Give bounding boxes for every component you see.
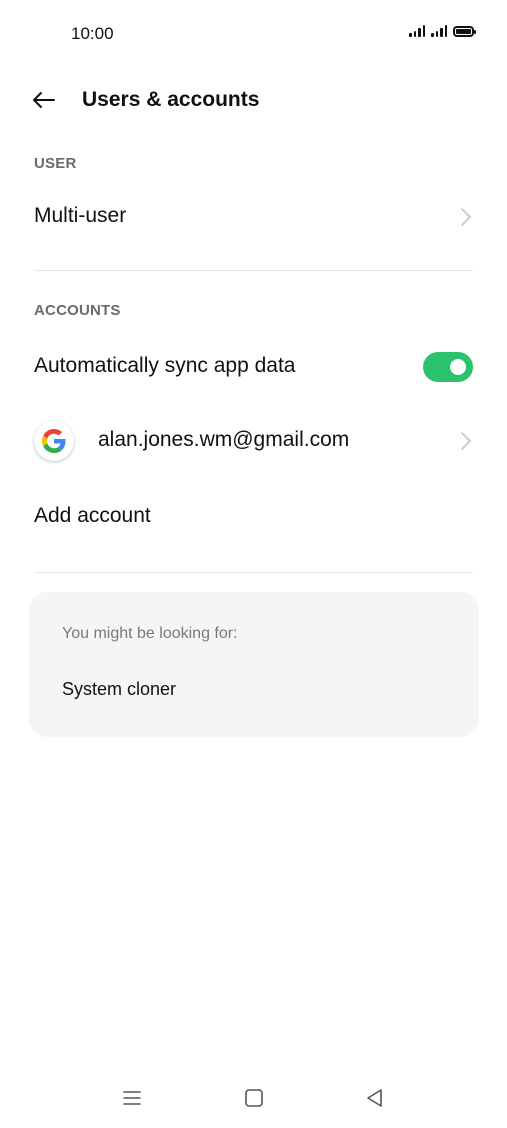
back-triangle-icon [367,1089,382,1107]
auto-sync-item[interactable]: Automatically sync app data [0,344,507,390]
auto-sync-label: Automatically sync app data [34,354,296,377]
navigation-bar [0,1080,507,1116]
status-time: 10:00 [71,24,114,43]
suggestion-system-cloner[interactable]: System cloner [62,679,176,700]
signal-icon [409,25,425,37]
divider [34,270,473,271]
chevron-right-icon [461,208,471,226]
section-label-accounts: ACCOUNTS [34,302,121,319]
status-icons [409,25,476,37]
add-account-label: Add account [34,504,151,527]
status-bar: 10:00 [0,0,507,68]
add-account-item[interactable]: Add account [0,494,507,540]
back-arrow-icon [33,92,55,108]
multi-user-item[interactable]: Multi-user [0,194,507,240]
signal-icon [431,25,447,37]
chevron-right-icon [461,432,471,450]
back-nav-button[interactable] [362,1086,388,1110]
back-button[interactable] [28,84,60,116]
divider [34,572,473,573]
home-icon [245,1089,263,1107]
google-account-email: alan.jones.wm@gmail.com [98,428,350,451]
battery-icon [453,26,476,37]
settings-screen: 10:00 Users & accounts USER Multi-user A… [0,0,507,1128]
suggestions-card: You might be looking for: System cloner [29,592,479,737]
menu-icon [123,1091,141,1105]
home-button[interactable] [241,1086,267,1110]
google-account-item[interactable]: alan.jones.wm@gmail.com [0,418,507,464]
auto-sync-toggle[interactable] [423,352,473,382]
section-label-user: USER [34,155,77,172]
recent-apps-button[interactable] [119,1086,145,1110]
app-header: Users & accounts [0,80,507,120]
google-icon [34,421,74,461]
page-title: Users & accounts [82,88,260,111]
suggestions-title: You might be looking for: [62,625,238,642]
multi-user-label: Multi-user [34,204,127,227]
toggle-knob [450,359,466,375]
